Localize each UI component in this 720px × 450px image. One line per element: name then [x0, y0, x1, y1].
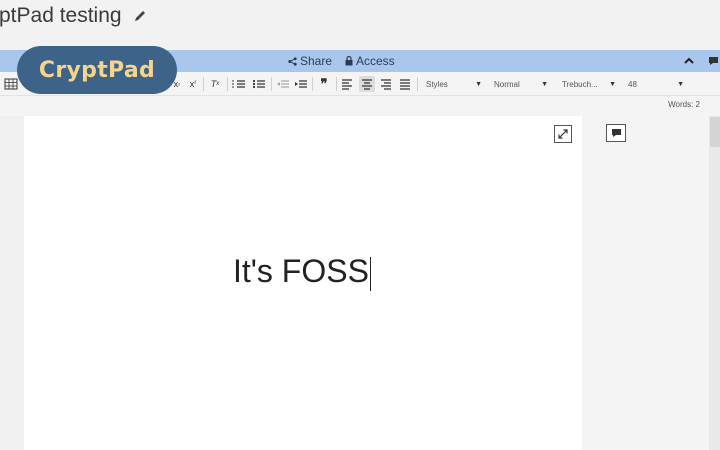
comment-icon	[611, 129, 621, 137]
toolbar-separator	[336, 77, 337, 91]
format-dropdown[interactable]: Normal ▼	[494, 77, 548, 91]
styles-dropdown[interactable]: Styles ▼	[426, 77, 482, 91]
text-cursor	[369, 256, 371, 291]
align-left-icon[interactable]	[340, 76, 354, 92]
expand-button[interactable]	[554, 125, 572, 143]
editor-gutter	[0, 116, 24, 450]
scrollbar-thumb[interactable]	[710, 117, 720, 147]
font-size-dropdown-value: 48	[628, 79, 637, 89]
access-button[interactable]: Access	[345, 54, 395, 68]
comments-panel	[582, 116, 709, 450]
chevron-up-icon[interactable]	[683, 55, 695, 67]
superscript-icon[interactable]: x²	[186, 76, 200, 92]
status-row	[0, 96, 720, 116]
document-text: It's FOSS	[233, 253, 369, 289]
caret-down-icon: ▼	[541, 80, 548, 88]
lock-icon	[345, 56, 353, 66]
styles-dropdown-value: Styles	[426, 79, 448, 89]
align-center-icon[interactable]	[359, 76, 375, 92]
toolbar-separator	[203, 77, 204, 91]
align-justify-icon[interactable]	[398, 76, 412, 92]
bullet-list-icon[interactable]	[252, 76, 266, 92]
blockquote-icon[interactable]: ❞	[317, 76, 331, 92]
numbered-list-icon[interactable]	[232, 76, 246, 92]
caret-down-icon: ▼	[475, 80, 482, 88]
word-count: Words: 2	[668, 100, 700, 109]
access-label: Access	[356, 54, 395, 68]
toolbar-separator	[271, 77, 272, 91]
align-right-icon[interactable]	[379, 76, 393, 92]
caret-down-icon: ▼	[677, 80, 684, 88]
caret-down-icon: ▼	[609, 80, 616, 88]
scrollbar-track[interactable]	[709, 116, 720, 450]
share-icon	[288, 56, 297, 66]
toolbar-separator	[227, 77, 228, 91]
document-title[interactable]: ptPad testing	[0, 4, 122, 28]
share-button[interactable]: Share	[288, 54, 332, 68]
indent-icon[interactable]	[294, 76, 308, 92]
comment-button[interactable]	[606, 124, 626, 142]
logo-text: CryptPad	[38, 57, 156, 83]
chat-icon[interactable]	[708, 55, 720, 67]
table-icon[interactable]	[4, 76, 18, 92]
toolbar-separator	[417, 77, 418, 91]
outdent-icon[interactable]	[276, 76, 290, 92]
cryptpad-logo: CryptPad	[17, 46, 177, 94]
remove-format-icon[interactable]: Tx	[208, 76, 222, 92]
font-dropdown-value: Trebuch...	[562, 79, 598, 89]
expand-icon	[558, 129, 568, 139]
toolbar-separator	[312, 77, 313, 91]
document-content[interactable]: It's FOSS	[233, 252, 371, 291]
font-size-dropdown[interactable]: 48 ▼	[628, 77, 684, 91]
pencil-icon[interactable]	[133, 9, 147, 23]
share-label: Share	[300, 54, 333, 68]
format-dropdown-value: Normal	[494, 79, 520, 89]
font-dropdown[interactable]: Trebuch... ▼	[562, 77, 616, 91]
